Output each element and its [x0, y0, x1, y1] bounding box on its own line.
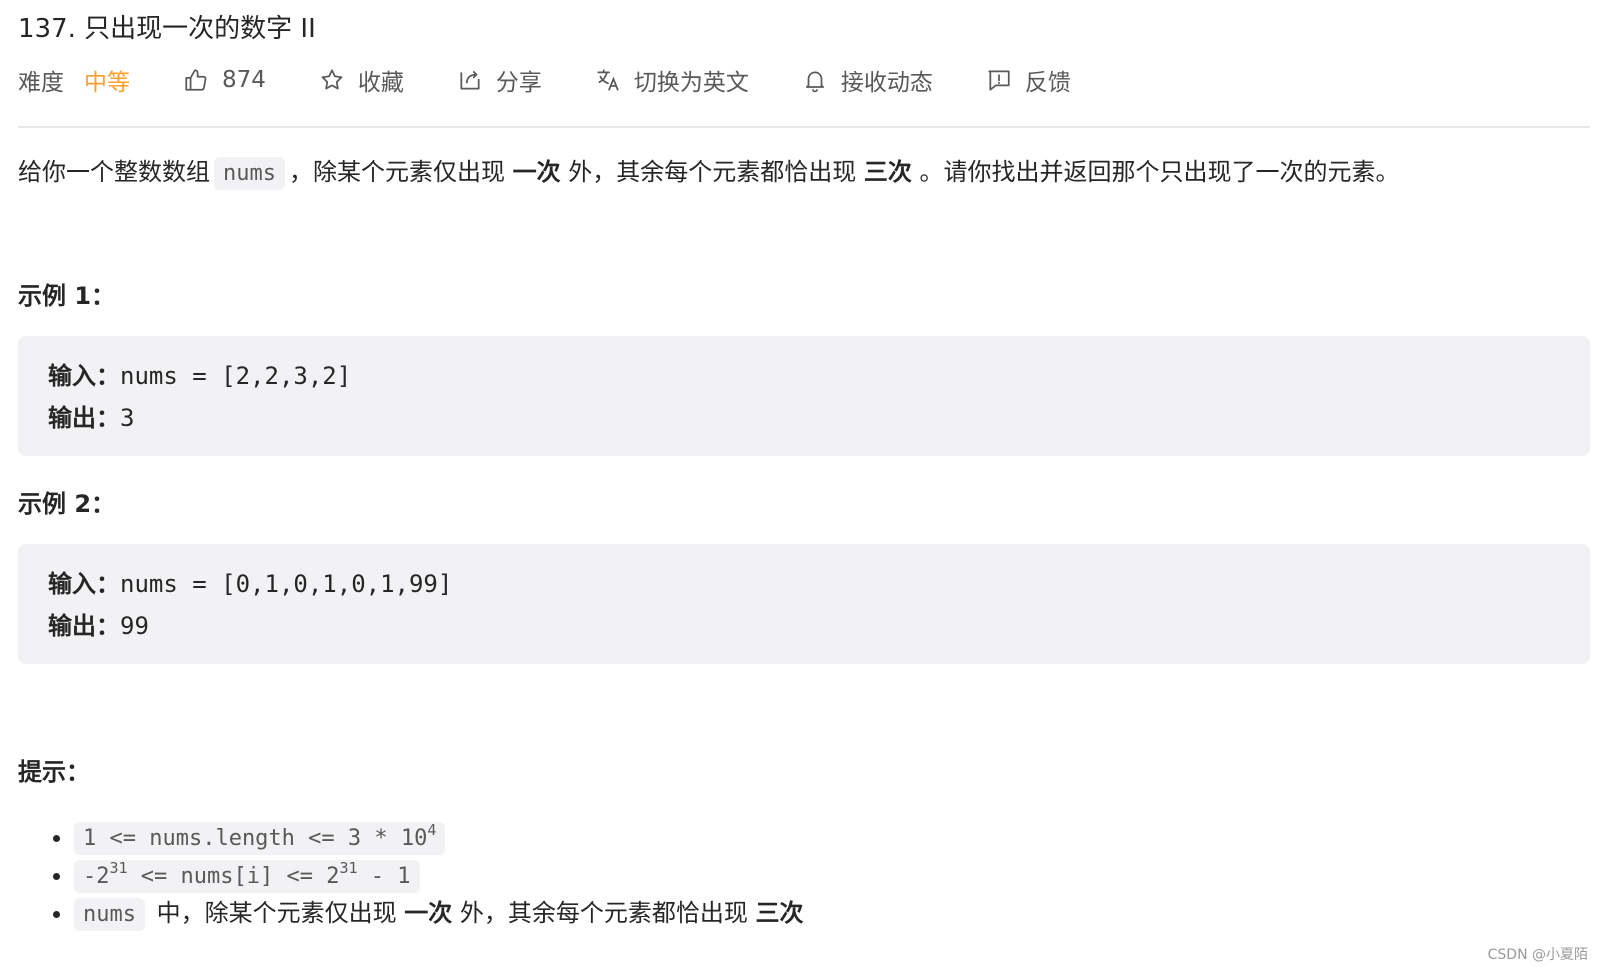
translate-label: 切换为英文 — [633, 70, 749, 96]
hint-item: 1 <= nums.length <= 3 * 104 — [74, 818, 804, 856]
example-2-input: 输入：nums = [0,1,0,1,0,1,99] — [48, 564, 452, 599]
problem-description: 给你一个整数数组 nums ，除某个元素仅出现 一次 外，其余每个元素都恰出现 三次… — [18, 150, 1400, 196]
input-label: 输入： — [48, 570, 120, 598]
example-2-box: 输入：nums = [0,1,0,1,0,1,99] 输出：99 — [18, 544, 1590, 664]
output-label: 输出： — [48, 612, 120, 640]
desc-text: 给你一个整数数组 — [18, 158, 210, 186]
input-value: nums = [0,1,0,1,0,1,99] — [120, 570, 453, 598]
hint-code: 1 <= nums.length <= 3 * 104 — [74, 821, 446, 855]
share-icon — [456, 66, 484, 94]
desc-text: ，除某个元素仅出现 — [288, 158, 505, 186]
feedback-button[interactable]: 反馈 — [985, 63, 1071, 97]
meta-bar: 难度 中等 874 收藏 分享 切换为英文 接收动态 反馈 — [18, 60, 1071, 100]
code-nums: nums — [214, 157, 285, 190]
hint-code: nums — [74, 898, 145, 931]
difficulty-value: 中等 — [84, 70, 130, 96]
share-button[interactable]: 分享 — [456, 63, 542, 97]
subscribe-button[interactable]: 接收动态 — [801, 63, 933, 97]
hint-code-text: - 1 — [357, 864, 411, 889]
hint-code-text: <= nums[i] <= 2 — [127, 864, 340, 889]
example-1-output: 输出：3 — [48, 398, 134, 433]
bell-icon — [801, 66, 829, 94]
input-value: nums = [2,2,3,2] — [120, 362, 352, 390]
hint-code: -231 <= nums[i] <= 231 - 1 — [74, 860, 420, 893]
example-2-heading: 示例 2： — [18, 490, 116, 518]
hints-heading: 提示： — [18, 758, 90, 786]
desc-text: 。请你找出并返回那个只出现了一次的元素。 — [919, 158, 1400, 186]
feedback-label: 反馈 — [1024, 70, 1071, 96]
hint-sup: 4 — [427, 821, 437, 839]
desc-bold: 一次 — [512, 158, 561, 186]
subscribe-label: 接收动态 — [840, 70, 933, 96]
like-count: 874 — [222, 67, 266, 93]
output-value: 3 — [120, 404, 135, 432]
share-label: 分享 — [495, 70, 542, 96]
hint-code-text: -2 — [83, 864, 110, 889]
star-icon — [318, 66, 346, 94]
example-1-heading: 示例 1： — [18, 282, 116, 310]
example-1-box: 输入：nums = [2,2,3,2] 输出：3 — [18, 336, 1590, 456]
problem-title: 137. 只出现一次的数字 II — [18, 14, 316, 44]
feedback-icon — [985, 66, 1013, 94]
hint-sup: 31 — [109, 859, 128, 877]
thumbs-up-icon — [182, 66, 210, 94]
hint-bold: 三次 — [755, 899, 804, 927]
favorite-label: 收藏 — [357, 70, 404, 96]
desc-bold: 三次 — [863, 158, 912, 186]
hint-item: -231 <= nums[i] <= 231 - 1 — [74, 856, 804, 894]
example-1-input: 输入：nums = [2,2,3,2] — [48, 356, 351, 391]
difficulty-label: 难度 — [18, 70, 64, 96]
translate-button[interactable]: 切换为英文 — [594, 63, 749, 97]
like-button[interactable]: 874 — [182, 66, 266, 94]
watermark: CSDN @小夏陌 — [1487, 947, 1588, 963]
hints-list: 1 <= nums.length <= 3 * 104 -231 <= nums… — [18, 818, 804, 932]
translate-icon — [594, 66, 622, 94]
hint-item: nums 中，除某个元素仅出现 一次 外，其余每个元素都恰出现 三次 — [74, 894, 804, 932]
output-value: 99 — [120, 612, 149, 640]
hint-bold: 一次 — [404, 899, 453, 927]
input-label: 输入： — [48, 362, 120, 390]
hint-text: 中，除某个元素仅出现 — [148, 899, 405, 927]
hint-text: 外，其余每个元素都恰出现 — [452, 899, 756, 927]
hint-sup: 31 — [339, 859, 358, 877]
favorite-button[interactable]: 收藏 — [318, 63, 404, 97]
hint-code-text: 1 <= nums.length <= 3 * 10 — [83, 826, 428, 851]
example-2-output: 输出：99 — [48, 606, 149, 641]
output-label: 输出： — [48, 404, 120, 432]
desc-text: 外，其余每个元素都恰出现 — [568, 158, 857, 186]
divider — [18, 126, 1590, 128]
